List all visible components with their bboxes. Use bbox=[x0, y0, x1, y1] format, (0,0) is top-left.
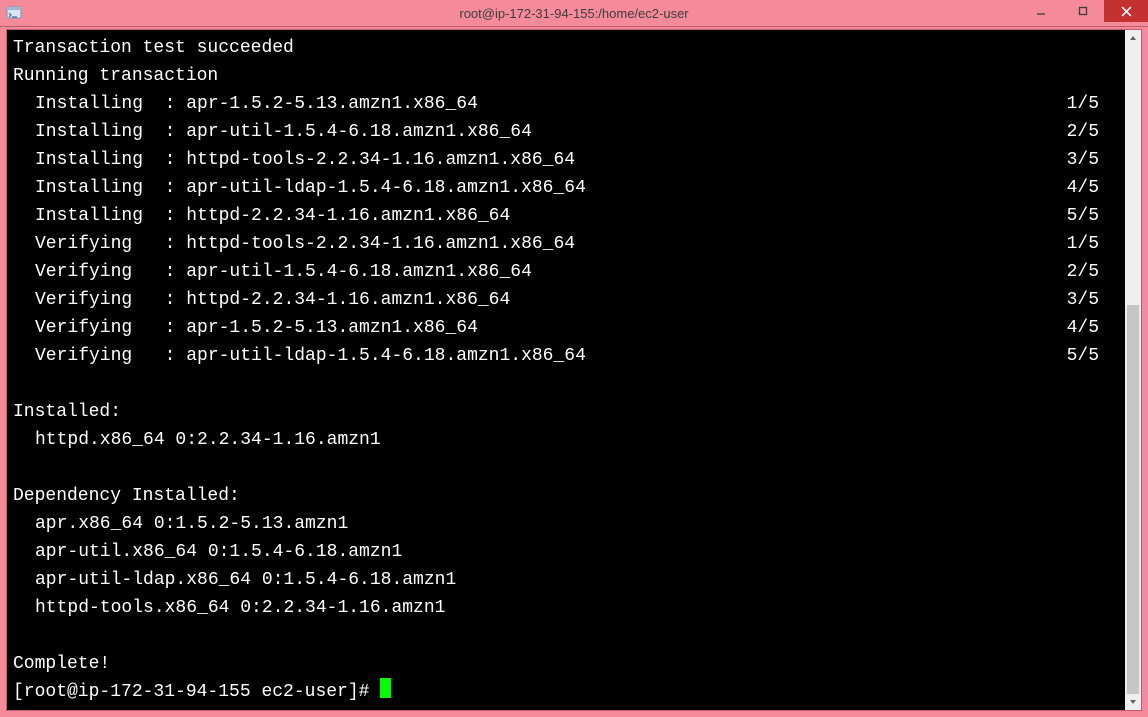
step-package: Installing : apr-util-ldap-1.5.4-6.18.am… bbox=[35, 174, 586, 202]
scroll-up-button[interactable] bbox=[1125, 30, 1141, 46]
scroll-track[interactable] bbox=[1125, 46, 1141, 694]
step-count: 2/5 bbox=[1067, 258, 1119, 286]
transaction-step: Verifying : httpd-tools-2.2.34-1.16.amzn… bbox=[13, 230, 1119, 258]
step-package: Verifying : apr-util-ldap-1.5.4-6.18.amz… bbox=[35, 342, 586, 370]
complete-line: Complete! bbox=[13, 650, 1119, 678]
step-count: 5/5 bbox=[1067, 342, 1119, 370]
output-line: Transaction test succeeded bbox=[13, 34, 1119, 62]
dependency-package: httpd-tools.x86_64 0:2.2.34-1.16.amzn1 bbox=[13, 594, 1119, 622]
dependency-package: apr.x86_64 0:1.5.2-5.13.amzn1 bbox=[13, 510, 1119, 538]
step-package: Installing : apr-util-1.5.4-6.18.amzn1.x… bbox=[35, 118, 532, 146]
transaction-step: Verifying : apr-1.5.2-5.13.amzn1.x86_64 4… bbox=[13, 314, 1119, 342]
step-count: 5/5 bbox=[1067, 202, 1119, 230]
step-count: 1/5 bbox=[1067, 230, 1119, 258]
scroll-thumb[interactable] bbox=[1127, 305, 1139, 694]
transaction-step: Installing : apr-util-ldap-1.5.4-6.18.am… bbox=[13, 174, 1119, 202]
window-controls bbox=[1020, 0, 1148, 26]
installed-package: httpd.x86_64 0:2.2.34-1.16.amzn1 bbox=[13, 426, 1119, 454]
window-body: Transaction test succeededRunning transa… bbox=[0, 27, 1148, 717]
step-package: Installing : httpd-2.2.34-1.16.amzn1.x86… bbox=[35, 202, 510, 230]
scrollbar[interactable] bbox=[1125, 30, 1141, 710]
installed-header: Installed: bbox=[13, 398, 1119, 426]
step-package: Installing : apr-1.5.2-5.13.amzn1.x86_64 bbox=[35, 90, 478, 118]
prompt-text: [root@ip-172-31-94-155 ec2-user]# bbox=[13, 682, 380, 702]
transaction-step: Verifying : apr-util-ldap-1.5.4-6.18.amz… bbox=[13, 342, 1119, 370]
step-count: 4/5 bbox=[1067, 174, 1119, 202]
window-title: root@ip-172-31-94-155:/home/ec2-user bbox=[0, 6, 1148, 21]
cursor bbox=[380, 678, 391, 698]
step-package: Verifying : httpd-tools-2.2.34-1.16.amzn… bbox=[35, 230, 575, 258]
step-count: 3/5 bbox=[1067, 286, 1119, 314]
dependency-package: apr-util-ldap.x86_64 0:1.5.4-6.18.amzn1 bbox=[13, 566, 1119, 594]
transaction-step: Installing : apr-util-1.5.4-6.18.amzn1.x… bbox=[13, 118, 1119, 146]
transaction-step: Installing : apr-1.5.2-5.13.amzn1.x86_64… bbox=[13, 90, 1119, 118]
step-package: Verifying : apr-1.5.2-5.13.amzn1.x86_64 bbox=[35, 314, 478, 342]
step-count: 1/5 bbox=[1067, 90, 1119, 118]
step-count: 4/5 bbox=[1067, 314, 1119, 342]
prompt-line[interactable]: [root@ip-172-31-94-155 ec2-user]# bbox=[13, 678, 1119, 706]
window-titlebar: root@ip-172-31-94-155:/home/ec2-user bbox=[0, 0, 1148, 27]
step-count: 2/5 bbox=[1067, 118, 1119, 146]
terminal-icon bbox=[6, 5, 22, 21]
scroll-down-button[interactable] bbox=[1125, 694, 1141, 710]
step-package: Verifying : httpd-2.2.34-1.16.amzn1.x86_… bbox=[35, 286, 510, 314]
transaction-step: Installing : httpd-2.2.34-1.16.amzn1.x86… bbox=[13, 202, 1119, 230]
terminal[interactable]: Transaction test succeededRunning transa… bbox=[6, 29, 1142, 711]
maximize-button[interactable] bbox=[1062, 0, 1104, 22]
terminal-output: Transaction test succeededRunning transa… bbox=[7, 30, 1125, 710]
step-package: Installing : httpd-tools-2.2.34-1.16.amz… bbox=[35, 146, 575, 174]
dependency-package: apr-util.x86_64 0:1.5.4-6.18.amzn1 bbox=[13, 538, 1119, 566]
step-count: 3/5 bbox=[1067, 146, 1119, 174]
close-button[interactable] bbox=[1104, 0, 1148, 22]
dependency-header: Dependency Installed: bbox=[13, 482, 1119, 510]
transaction-step: Installing : httpd-tools-2.2.34-1.16.amz… bbox=[13, 146, 1119, 174]
step-package: Verifying : apr-util-1.5.4-6.18.amzn1.x8… bbox=[35, 258, 532, 286]
output-line: Running transaction bbox=[13, 62, 1119, 90]
transaction-step: Verifying : httpd-2.2.34-1.16.amzn1.x86_… bbox=[13, 286, 1119, 314]
transaction-step: Verifying : apr-util-1.5.4-6.18.amzn1.x8… bbox=[13, 258, 1119, 286]
minimize-button[interactable] bbox=[1020, 0, 1062, 22]
